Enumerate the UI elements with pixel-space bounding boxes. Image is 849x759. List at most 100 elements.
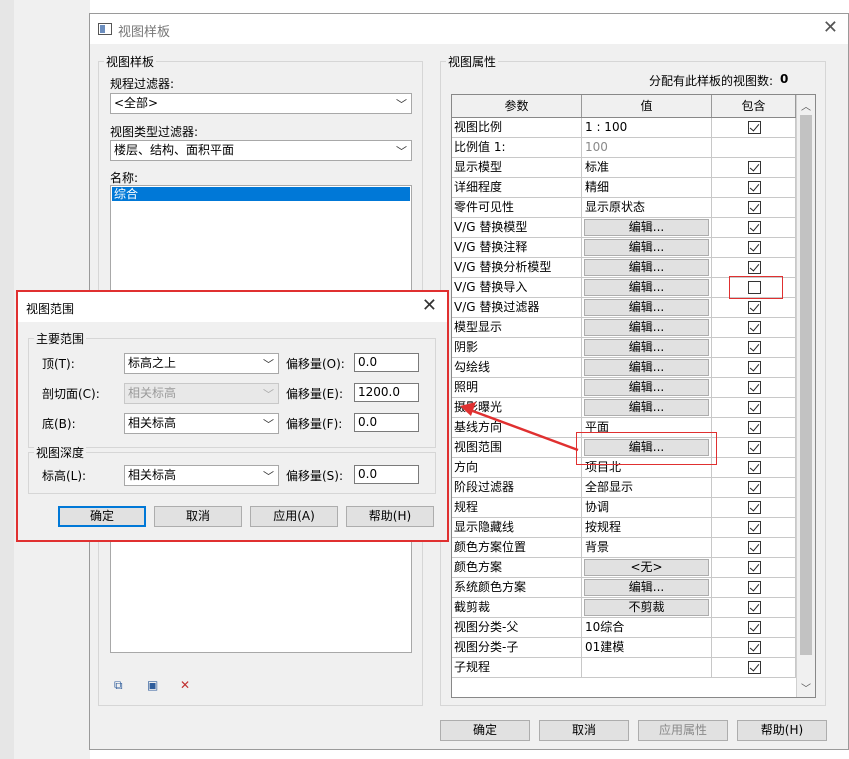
table-row[interactable]: V/G 替换注释 编辑... xyxy=(452,238,796,258)
param-value-cell[interactable]: 背景 xyxy=(582,538,712,557)
table-row[interactable]: 勾绘线 编辑... xyxy=(452,358,796,378)
edit-button[interactable]: 编辑... xyxy=(584,379,709,396)
table-row[interactable]: 详细程度 精细 xyxy=(452,178,796,198)
apply-properties-button[interactable]: 应用属性 xyxy=(638,720,728,741)
scrollbar-thumb[interactable] xyxy=(800,115,812,655)
edit-button[interactable]: 编辑... xyxy=(584,259,709,276)
table-row[interactable]: 摄影曝光 编辑... xyxy=(452,398,796,418)
include-checkbox[interactable] xyxy=(748,341,761,354)
dialog-apply-button[interactable]: 应用(A) xyxy=(250,506,338,527)
scroll-down-icon[interactable]: ﹀ xyxy=(801,680,811,695)
include-checkbox[interactable] xyxy=(748,641,761,654)
param-value-cell[interactable]: 全部显示 xyxy=(582,478,712,497)
depth-offset-input[interactable]: 0.0 xyxy=(354,465,419,484)
include-checkbox[interactable] xyxy=(748,381,761,394)
close-icon[interactable]: ✕ xyxy=(823,18,838,38)
include-checkbox[interactable] xyxy=(748,621,761,634)
dialog-help-button[interactable]: 帮助(H) xyxy=(346,506,434,527)
help-button[interactable]: 帮助(H) xyxy=(737,720,827,741)
include-checkbox[interactable] xyxy=(748,261,761,274)
table-row[interactable]: V/G 替换分析模型 编辑... xyxy=(452,258,796,278)
edit-button[interactable]: 编辑... xyxy=(584,339,709,356)
include-checkbox[interactable] xyxy=(748,401,761,414)
include-checkbox[interactable] xyxy=(748,461,761,474)
bottom-offset-input[interactable]: 0.0 xyxy=(354,413,419,432)
view-type-filter-select[interactable]: 楼层、结构、面积平面 ﹀ xyxy=(110,140,412,161)
include-checkbox[interactable] xyxy=(748,121,761,134)
depth-level-select[interactable]: 相关标高 ﹀ xyxy=(124,465,279,486)
include-checkbox[interactable] xyxy=(748,521,761,534)
param-value-cell[interactable]: 显示原状态 xyxy=(582,198,712,217)
edit-button[interactable]: 编辑... xyxy=(584,319,709,336)
param-value-cell[interactable]: 100 xyxy=(582,138,712,157)
table-scrollbar[interactable]: ︿ ﹀ xyxy=(796,95,815,697)
include-checkbox[interactable] xyxy=(748,481,761,494)
table-row[interactable]: 显示模型 标准 xyxy=(452,158,796,178)
table-row[interactable]: 视图分类-父 10综合 xyxy=(452,618,796,638)
include-checkbox[interactable] xyxy=(748,421,761,434)
table-row[interactable]: 视图比例 1 : 100 xyxy=(452,118,796,138)
table-row[interactable]: 显示隐藏线 按规程 xyxy=(452,518,796,538)
table-row[interactable]: 子规程 xyxy=(452,658,796,678)
cancel-button[interactable]: 取消 xyxy=(539,720,629,741)
rename-icon[interactable]: ▣ xyxy=(147,678,165,694)
dialog-ok-button[interactable]: 确定 xyxy=(58,506,146,527)
include-checkbox[interactable] xyxy=(748,501,761,514)
param-value-cell[interactable]: 标准 xyxy=(582,158,712,177)
include-checkbox[interactable] xyxy=(748,161,761,174)
table-row[interactable]: 比例值 1: 100 xyxy=(452,138,796,158)
edit-button[interactable]: 编辑... xyxy=(584,239,709,256)
cut-offset-input[interactable]: 1200.0 xyxy=(354,383,419,402)
include-checkbox[interactable] xyxy=(748,321,761,334)
scroll-up-icon[interactable]: ︿ xyxy=(801,98,811,113)
table-row[interactable]: 规程 协调 xyxy=(452,498,796,518)
table-row[interactable]: 阶段过滤器 全部显示 xyxy=(452,478,796,498)
param-value-cell[interactable]: 01建模 xyxy=(582,638,712,657)
cut-plane-select[interactable]: 相关标高 ﹀ xyxy=(124,383,279,404)
table-row[interactable]: 阴影 编辑... xyxy=(452,338,796,358)
dialog-cancel-button[interactable]: 取消 xyxy=(154,506,242,527)
top-level-select[interactable]: 标高之上 ﹀ xyxy=(124,353,279,374)
duplicate-icon[interactable]: ⧉ xyxy=(114,678,132,694)
include-checkbox[interactable] xyxy=(748,661,761,674)
include-checkbox[interactable] xyxy=(748,201,761,214)
edit-button[interactable]: 不剪裁 xyxy=(584,599,709,616)
param-value-cell[interactable] xyxy=(582,658,712,677)
table-row[interactable]: 截剪裁 不剪裁 xyxy=(452,598,796,618)
table-row[interactable]: 照明 编辑... xyxy=(452,378,796,398)
bottom-level-select[interactable]: 相关标高 ﹀ xyxy=(124,413,279,434)
include-checkbox[interactable] xyxy=(748,561,761,574)
table-row[interactable]: 颜色方案位置 背景 xyxy=(452,538,796,558)
include-checkbox[interactable] xyxy=(748,441,761,454)
list-item-selected[interactable]: 综合 xyxy=(112,187,410,201)
param-value-cell[interactable]: 协调 xyxy=(582,498,712,517)
include-checkbox[interactable] xyxy=(748,541,761,554)
discipline-filter-select[interactable]: <全部> ﹀ xyxy=(110,93,412,114)
include-checkbox[interactable] xyxy=(748,361,761,374)
include-checkbox[interactable] xyxy=(748,221,761,234)
param-value-cell[interactable]: 精细 xyxy=(582,178,712,197)
ok-button[interactable]: 确定 xyxy=(440,720,530,741)
include-checkbox[interactable] xyxy=(748,241,761,254)
table-row[interactable]: V/G 替换过滤器 编辑... xyxy=(452,298,796,318)
table-row[interactable]: 颜色方案 <无> xyxy=(452,558,796,578)
param-value-cell[interactable]: 10综合 xyxy=(582,618,712,637)
edit-button[interactable]: 编辑... xyxy=(584,399,709,416)
edit-button[interactable]: 编辑... xyxy=(584,579,709,596)
param-value-cell[interactable]: 按规程 xyxy=(582,518,712,537)
delete-icon[interactable]: ✕ xyxy=(180,678,198,694)
include-checkbox[interactable] xyxy=(748,301,761,314)
top-offset-input[interactable]: 0.0 xyxy=(354,353,419,372)
table-row[interactable]: 系统颜色方案 编辑... xyxy=(452,578,796,598)
dialog-close-icon[interactable]: ✕ xyxy=(422,296,437,316)
table-row[interactable]: V/G 替换模型 编辑... xyxy=(452,218,796,238)
include-checkbox[interactable] xyxy=(748,601,761,614)
edit-button[interactable]: 编辑... xyxy=(584,299,709,316)
table-row[interactable]: 模型显示 编辑... xyxy=(452,318,796,338)
include-checkbox[interactable] xyxy=(748,581,761,594)
table-row[interactable]: 视图分类-子 01建模 xyxy=(452,638,796,658)
edit-button[interactable]: <无> xyxy=(584,559,709,576)
edit-button[interactable]: 编辑... xyxy=(584,359,709,376)
table-row[interactable]: 零件可见性 显示原状态 xyxy=(452,198,796,218)
edit-button[interactable]: 编辑... xyxy=(584,279,709,296)
